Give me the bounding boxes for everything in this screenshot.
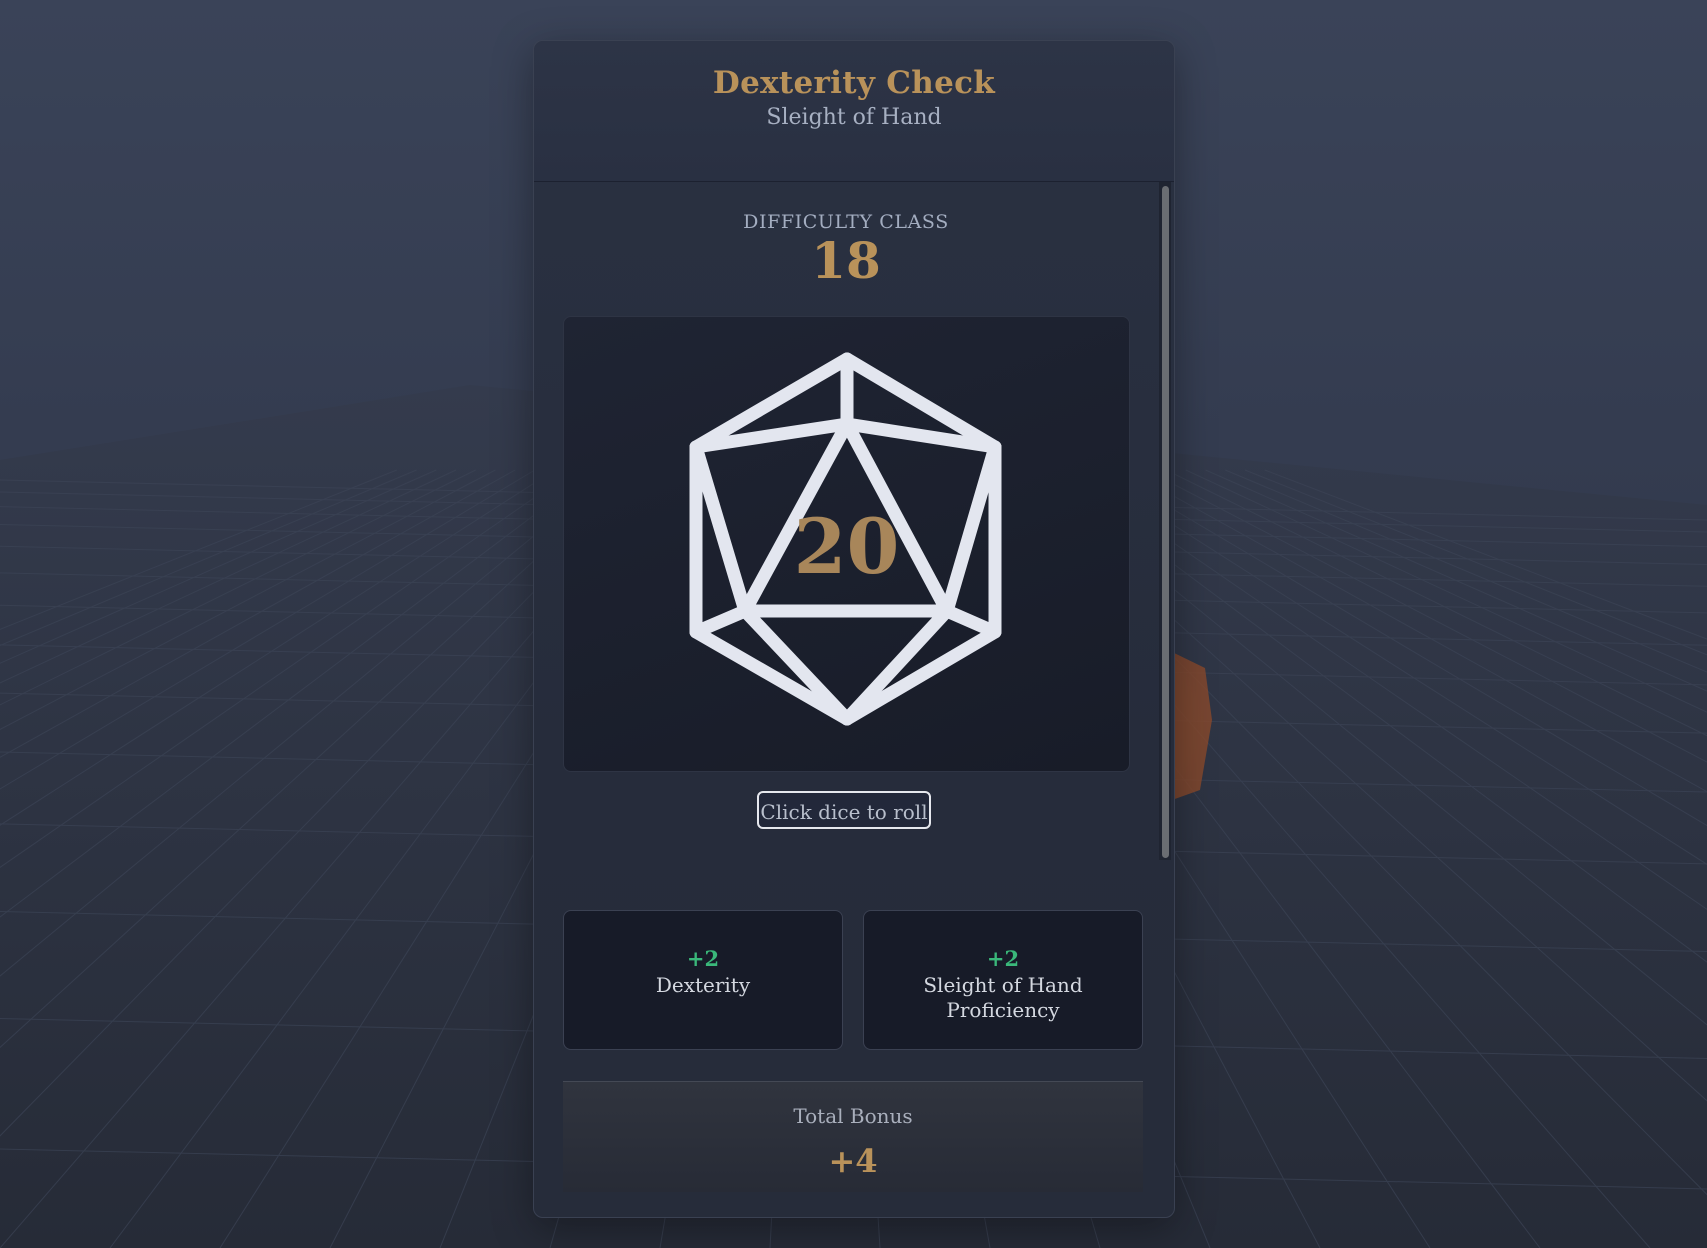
dice-roll-area[interactable]: 20 bbox=[563, 316, 1130, 772]
scrollbar-thumb[interactable] bbox=[1162, 186, 1169, 858]
total-bonus-value: +4 bbox=[828, 1142, 878, 1180]
modifier-value: +2 bbox=[686, 946, 720, 971]
total-bonus-label: Total Bonus bbox=[793, 1104, 913, 1128]
check-title: Dexterity Check bbox=[712, 65, 996, 101]
panel-header: Dexterity Check Sleight of Hand bbox=[534, 41, 1174, 182]
difficulty-class-label: DIFFICULTY CLASS bbox=[743, 211, 949, 233]
check-subtitle: Sleight of Hand bbox=[766, 105, 942, 130]
modifier-name: Dexterity bbox=[655, 973, 751, 997]
dice-face-value: 20 bbox=[793, 502, 900, 591]
difficulty-class-value: 18 bbox=[811, 231, 881, 290]
modifier-value: +2 bbox=[986, 946, 1020, 971]
modifier-card-proficiency: +2 Sleight of Hand Proficiency bbox=[863, 910, 1143, 1050]
roll-dice-button[interactable]: Click dice to roll bbox=[757, 791, 931, 829]
skill-check-panel: Dexterity Check Sleight of Hand DIFFICUL… bbox=[533, 40, 1175, 1218]
modifier-name: Sleight of Hand Proficiency bbox=[923, 973, 1083, 1022]
modifier-card-dexterity: +2 Dexterity bbox=[563, 910, 843, 1050]
total-bonus-box: Total Bonus +4 bbox=[563, 1081, 1143, 1192]
